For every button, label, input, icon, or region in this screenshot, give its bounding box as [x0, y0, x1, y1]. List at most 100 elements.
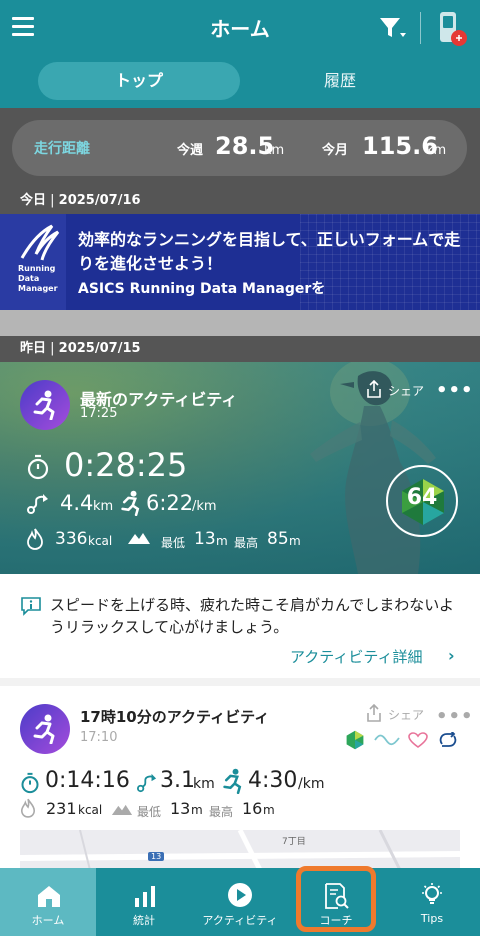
map-roads	[20, 830, 460, 870]
activity-duration: 0:28:25	[64, 446, 188, 484]
filter-icon[interactable]	[378, 15, 406, 41]
pace-value: 6:22	[146, 491, 194, 515]
pace-unit: /km	[298, 776, 325, 792]
elevation-icon	[128, 533, 150, 544]
more-options-icon[interactable]: •••	[436, 380, 474, 401]
share-icon[interactable]	[366, 704, 382, 722]
nav-home[interactable]: ホーム	[0, 868, 96, 936]
activity-time: 17:25	[80, 406, 118, 421]
coach-tip-text: スピードを上げる時、疲れた時こそ肩がカんでしまわないようリラックスして心がけまし…	[50, 596, 454, 636]
home-icon	[38, 886, 60, 907]
bar-chart-icon	[135, 886, 155, 907]
activity-detail-link[interactable]: アクティビティ詳細	[290, 646, 422, 667]
info-icon	[21, 597, 41, 616]
month-unit: km	[426, 143, 447, 158]
elev-min-label: 最低	[161, 536, 186, 550]
nav-label: Tips	[420, 912, 444, 925]
elev-min-label: 最低	[137, 805, 162, 819]
sync-icon	[439, 732, 457, 747]
elev-max-label: 最高	[234, 536, 259, 550]
distance-value: 4.4	[60, 491, 94, 515]
route-map[interactable]: 7丁目 13	[20, 830, 460, 870]
calorie-icon	[20, 798, 36, 818]
header-divider	[420, 12, 421, 44]
device-disconnected-icon[interactable]	[436, 10, 470, 48]
share-button[interactable]: シェア	[388, 382, 424, 399]
map-road-shield: 13	[148, 852, 165, 861]
nav-tips[interactable]: Tips	[384, 868, 480, 936]
date-value: 2025/07/15	[58, 341, 141, 356]
banner-text: 効率的なランニングを目指して、正しいフォームで走りを進化させよう！	[78, 230, 461, 273]
date-label: 昨日	[20, 341, 47, 356]
heart-rate-icon	[408, 732, 428, 748]
calories-value: 336	[55, 529, 88, 549]
chevron-right-icon[interactable]: ›	[448, 646, 455, 665]
banner-subtext: ASICS Running Data Managerを	[78, 281, 326, 297]
lightbulb-icon	[422, 883, 442, 904]
tab-top[interactable]: トップ	[38, 62, 240, 100]
run-score-badge[interactable]: 64	[386, 465, 458, 537]
date-header-yesterday: 昨日 | 2025/07/15	[0, 336, 480, 362]
elev-min-value: 13	[170, 799, 191, 818]
date-value: 2025/07/16	[58, 193, 141, 208]
share-icon[interactable]	[366, 380, 382, 398]
activity-time: 17:10	[80, 730, 118, 745]
score-hexagon-icon	[346, 730, 364, 750]
runner-icon	[33, 714, 55, 744]
nav-label: アクティビティ	[202, 914, 278, 927]
bottom-navigation: ホーム 統計 アクティビティ コーチ Tips	[0, 868, 480, 936]
elev-min-unit: m	[216, 534, 228, 548]
elev-max-unit: m	[263, 803, 275, 817]
elev-max-value: 85	[267, 529, 289, 549]
share-button[interactable]: シェア	[388, 706, 424, 723]
nav-label: 統計	[133, 914, 155, 927]
score-value: 64	[406, 485, 438, 510]
date-separator: |	[46, 341, 59, 356]
distance-value: 3.1	[160, 768, 195, 793]
runner-icon	[33, 390, 55, 420]
elev-max-unit: m	[289, 534, 301, 548]
pace-unit: /km	[192, 499, 217, 514]
activity-title: 17時10分のアクティビティ	[80, 708, 270, 726]
elev-max-value: 16	[242, 799, 263, 818]
coach-highlight-outline	[296, 866, 376, 932]
distance-unit: km	[193, 776, 215, 792]
distance-summary[interactable]: 走行距離 今週 28.5 km 今月 115.6 km	[12, 120, 467, 176]
stopwatch-icon	[21, 772, 39, 794]
asics-logo-icon	[20, 224, 60, 261]
nav-stats[interactable]: 統計	[96, 868, 192, 936]
summary-label: 走行距離	[34, 141, 90, 157]
more-options-icon[interactable]: •••	[436, 706, 474, 727]
month-label: 今月	[322, 143, 349, 158]
route-icon	[137, 773, 157, 793]
week-unit: km	[264, 143, 285, 158]
calories-unit: kcal	[78, 803, 103, 817]
elev-min-unit: m	[191, 803, 203, 817]
distance-unit: km	[93, 499, 114, 514]
promo-banner[interactable]: Running Data Manager 効率的なランニングを目指して、正しいフ…	[0, 214, 480, 310]
elevation-icon	[111, 804, 133, 815]
pace-value: 4:30	[248, 768, 298, 793]
pace-runner-icon	[121, 490, 140, 516]
elev-min-value: 13	[194, 529, 216, 549]
nav-label: ホーム	[31, 914, 65, 927]
wave-icon	[374, 734, 400, 746]
elev-max-label: 最高	[209, 805, 234, 819]
calories-unit: kcal	[88, 534, 113, 548]
date-separator: |	[46, 193, 59, 208]
activity-duration: 0:14:16	[45, 768, 130, 793]
nav-activity[interactable]: アクティビティ	[192, 868, 288, 936]
date-header-today: 今日 | 2025/07/16	[0, 188, 480, 214]
route-icon	[27, 494, 48, 514]
calories-value: 231	[46, 799, 77, 818]
play-icon	[228, 883, 252, 907]
logo-text: Running Data Manager	[18, 264, 58, 293]
tab-history[interactable]: 履歴	[240, 62, 440, 100]
avatar	[20, 704, 70, 754]
date-label: 今日	[20, 193, 47, 208]
stopwatch-icon	[27, 454, 49, 480]
pace-runner-icon	[223, 768, 242, 794]
page-title: ホーム	[210, 17, 270, 41]
section-gap	[0, 310, 480, 336]
banner-logo: Running Data Manager	[0, 214, 66, 310]
